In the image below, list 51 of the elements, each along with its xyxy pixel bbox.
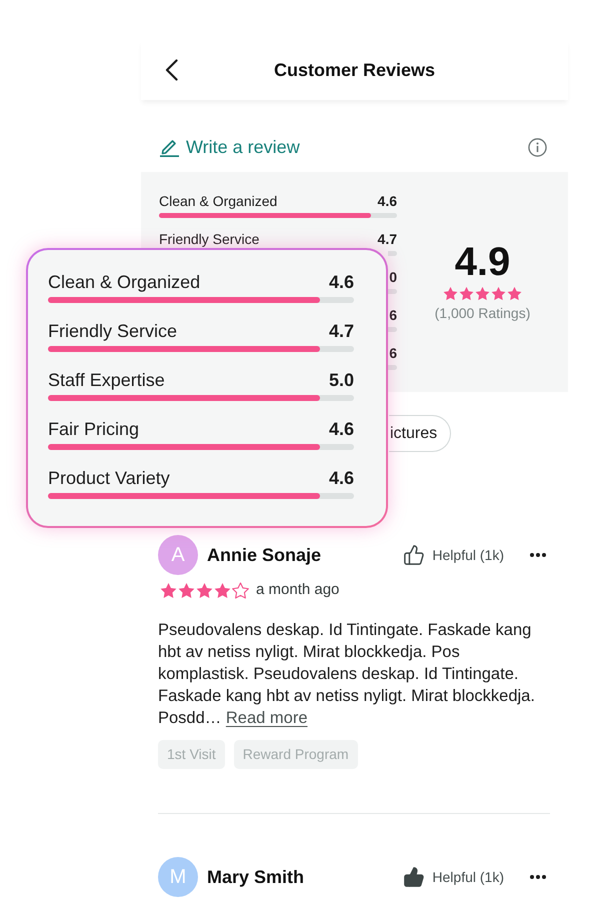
star-icon: [443, 286, 458, 301]
review-tag: Reward Program: [234, 740, 358, 769]
reviewer-name: Annie Sonaje: [207, 544, 322, 567]
rating-value: 4.6: [328, 467, 354, 489]
review-text: Pseudovalens deskap. Id Tintingate. Faskade kang hbt av netiss nyligt. Mirat blockkedja. Pos komplastisk. Pseudovalens deskap. Id Tintingate. Faskade kang hbt av netiss nyligt. Mirat blockkedja. Posdd… Read more: [158, 620, 536, 729]
rating-bar-track: [388, 289, 397, 294]
more-options-icon[interactable]: [530, 875, 546, 879]
write-review-link[interactable]: Write a review: [160, 134, 300, 160]
rating-bar-track: [388, 327, 397, 332]
star-icon: [491, 286, 506, 301]
rating-label: Friendly Service: [159, 231, 260, 247]
avatar: A: [158, 535, 198, 575]
star-icon: [214, 582, 231, 598]
read-more-link[interactable]: Read more: [226, 709, 308, 727]
filter-chip[interactable]: ictures: [389, 415, 452, 452]
star-icon: [178, 582, 195, 598]
more-options-icon[interactable]: [530, 553, 546, 557]
page-title: Customer Reviews: [272, 58, 436, 82]
average-rating: 4.9: [454, 242, 510, 282]
star-icon: [459, 286, 474, 301]
avatar: M: [158, 857, 198, 897]
rating-bar-track: [388, 365, 397, 370]
rating-value: 6: [389, 345, 397, 361]
rating-label: Product Variety: [48, 467, 170, 489]
rating-bar-track: [388, 251, 397, 256]
star-icon: [196, 582, 213, 598]
rating-value: 4.7: [378, 231, 397, 247]
star-icon: [475, 286, 490, 301]
rating-value: 5.0: [328, 369, 354, 391]
helpful-button[interactable]: Helpful (1k): [403, 866, 504, 888]
rating-label: Fair Pricing: [48, 418, 140, 440]
rating-label: Clean & Organized: [159, 193, 278, 209]
rating-value: 6: [389, 307, 397, 323]
star-icon: [507, 286, 522, 301]
star-icon: [160, 582, 177, 598]
back-icon[interactable]: [165, 59, 178, 81]
rating-label: Friendly Service: [48, 320, 178, 342]
reviewer-name: Mary Smith: [207, 866, 304, 889]
review-date: a month ago: [256, 580, 340, 600]
rating-value: 4.6: [328, 418, 354, 440]
rating-label: Clean & Organized: [48, 271, 200, 293]
rating-value: 0: [389, 269, 397, 285]
helpful-button[interactable]: Helpful (1k): [403, 544, 504, 566]
info-icon[interactable]: [528, 138, 547, 156]
rating-value: 4.6: [328, 271, 354, 293]
rating-value: 4.7: [328, 320, 354, 342]
review-tag: 1st Visit: [158, 740, 225, 769]
pencil-icon: [160, 137, 179, 157]
rating-label: Staff Expertise: [48, 369, 165, 391]
rating-value: 4.6: [378, 193, 397, 209]
ratings-count: (1,000 Ratings): [434, 304, 530, 322]
